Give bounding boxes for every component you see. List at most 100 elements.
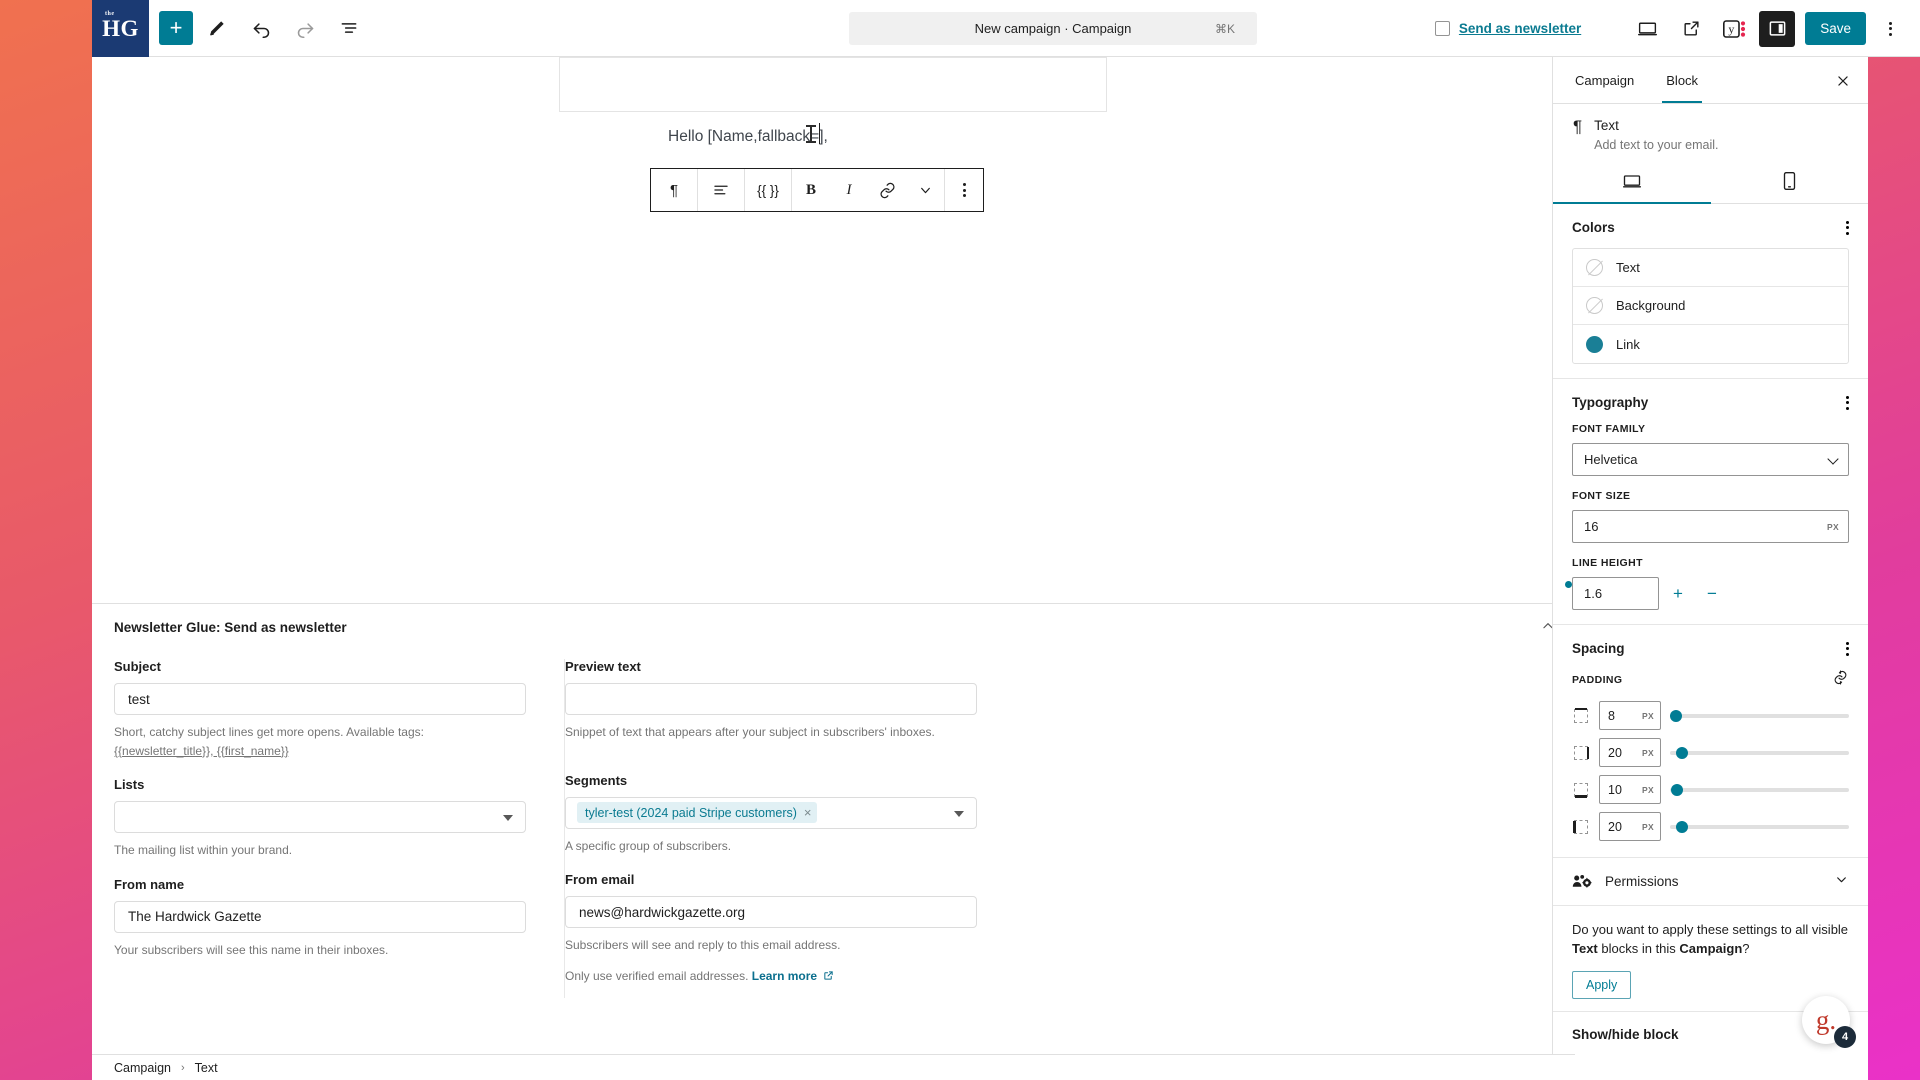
- apply-button[interactable]: Apply: [1572, 970, 1632, 999]
- color-row-text-label: Text: [1616, 260, 1640, 275]
- learn-more-link[interactable]: Learn more: [752, 969, 817, 983]
- logo-superscript: the: [105, 11, 115, 17]
- send-as-newsletter-label[interactable]: Send as newsletter: [1459, 21, 1581, 36]
- from-name-input[interactable]: The Hardwick Gazette: [114, 900, 526, 933]
- grammarly-badge[interactable]: g. 4: [1802, 996, 1856, 1048]
- from-email-input[interactable]: news@hardwickgazette.org: [565, 896, 977, 929]
- typography-options-icon[interactable]: [1846, 395, 1849, 410]
- from-name-value: The Hardwick Gazette: [128, 909, 262, 925]
- colors-options-icon[interactable]: [1846, 220, 1849, 235]
- line-height-input[interactable]: 1.6: [1572, 577, 1659, 610]
- merge-tag-icon: {{ }}: [757, 182, 779, 198]
- edit-tool-icon[interactable]: [197, 8, 237, 48]
- spacing-options-icon[interactable]: [1846, 641, 1849, 656]
- padding-right-slider[interactable]: [1670, 745, 1849, 761]
- block-options-button[interactable]: [945, 169, 983, 211]
- padding-top-value: 8: [1608, 708, 1615, 723]
- align-text-button[interactable]: [698, 169, 744, 211]
- link-icon: [880, 182, 894, 198]
- block-text-content[interactable]: Hello [Name,fallback=],: [668, 128, 828, 146]
- background-color-swatch[interactable]: [1586, 297, 1603, 314]
- desktop-icon: [1622, 174, 1641, 187]
- padding-top-input[interactable]: 8 PX: [1599, 701, 1661, 730]
- bold-button[interactable]: B: [792, 169, 830, 211]
- colors-section: Colors Text Background Link: [1553, 204, 1868, 379]
- subject-help-tags: {{newsletter_title}}, {{first_name}}: [114, 743, 289, 758]
- save-button[interactable]: Save: [1805, 12, 1866, 45]
- link-color-swatch[interactable]: [1586, 335, 1603, 353]
- color-row-background[interactable]: Background: [1573, 287, 1848, 325]
- kebab-icon: [962, 183, 966, 197]
- send-as-newsletter-checkbox[interactable]: [1434, 21, 1450, 36]
- yoast-seo-icon[interactable]: y: [1715, 9, 1755, 49]
- line-height-decrease-button[interactable]: −: [1697, 579, 1727, 609]
- subject-input[interactable]: test: [114, 683, 526, 715]
- sidebar-tabs: Campaign Block: [1553, 57, 1868, 104]
- padding-left-unit: PX: [1642, 821, 1654, 832]
- insert-link-button[interactable]: [868, 169, 906, 211]
- newsletter-glue-title: Newsletter Glue: Send as newsletter: [114, 619, 347, 635]
- more-formatting-button[interactable]: [906, 169, 944, 211]
- more-options-icon[interactable]: [1870, 9, 1910, 49]
- close-sidebar-icon[interactable]: [1832, 70, 1854, 92]
- padding-bottom-slider[interactable]: [1670, 782, 1849, 798]
- selected-text-block[interactable]: [559, 57, 1107, 112]
- add-block-button[interactable]: +: [159, 11, 193, 45]
- padding-bottom-input[interactable]: 10 PX: [1599, 775, 1661, 804]
- from-name-field-group: From name The Hardwick Gazette Your subs…: [114, 877, 564, 960]
- lists-select[interactable]: [114, 801, 526, 834]
- line-height-control: 1.6 + −: [1572, 577, 1849, 610]
- merge-tags-button[interactable]: {{ }}: [745, 169, 791, 211]
- text-color-swatch[interactable]: [1586, 259, 1603, 276]
- line-height-value: 1.6: [1584, 586, 1603, 601]
- spacing-section: Spacing PADDING 8 PX 20 PX 10 PX 20 PX: [1553, 625, 1868, 858]
- remove-segment-icon[interactable]: ×: [804, 805, 812, 820]
- tab-block[interactable]: Block: [1650, 57, 1714, 103]
- view-external-icon[interactable]: [1671, 9, 1711, 49]
- spacing-title: Spacing: [1572, 641, 1625, 656]
- padding-right-input[interactable]: 20 PX: [1599, 738, 1661, 767]
- mobile-view-tab[interactable]: [1711, 158, 1869, 203]
- sidebar-toggle-icon[interactable]: [1759, 10, 1796, 47]
- redo-icon[interactable]: [285, 8, 325, 48]
- color-row-text[interactable]: Text: [1573, 249, 1848, 287]
- desktop-view-tab[interactable]: [1553, 158, 1711, 204]
- editor-canvas[interactable]: Hello [Name,fallback=], ¶ {{ }} B I: [92, 57, 1575, 603]
- font-family-select[interactable]: Helvetica: [1572, 443, 1849, 476]
- segments-select[interactable]: tyler-test (2024 paid Stripe customers) …: [565, 796, 977, 829]
- lists-label: Lists: [114, 777, 145, 793]
- preview-text-field-group: Preview text Snippet of text that appear…: [565, 659, 1015, 742]
- block-type-paragraph-button[interactable]: ¶: [651, 169, 697, 211]
- color-row-link[interactable]: Link: [1573, 325, 1848, 363]
- font-size-input[interactable]: 16 PX: [1572, 510, 1849, 543]
- padding-left-slider[interactable]: [1670, 819, 1849, 835]
- spacing-header: Spacing: [1572, 641, 1849, 656]
- breadcrumb-item-text[interactable]: Text: [195, 1061, 218, 1075]
- padding-label: PADDING: [1572, 674, 1623, 686]
- subject-value: test: [128, 691, 150, 707]
- italic-button[interactable]: I: [830, 169, 868, 211]
- undo-icon[interactable]: [241, 8, 281, 48]
- padding-left-input[interactable]: 20 PX: [1599, 812, 1661, 841]
- mouse-ibeam-cursor: [806, 125, 816, 143]
- lists-help: The mailing list within your brand.: [114, 843, 293, 858]
- list-view-icon[interactable]: [329, 8, 369, 48]
- tab-campaign[interactable]: Campaign: [1559, 57, 1650, 103]
- apply-text-bold-block: Text: [1572, 940, 1598, 956]
- preview-text-input[interactable]: [565, 683, 977, 715]
- permissions-row[interactable]: Permissions: [1553, 858, 1868, 906]
- desktop-preview-icon[interactable]: [1627, 9, 1667, 49]
- newsletter-glue-panel: Newsletter Glue: Send as newsletter Subj…: [92, 603, 1575, 1060]
- chevron-down-icon: [920, 187, 930, 193]
- segment-chip[interactable]: tyler-test (2024 paid Stripe customers) …: [577, 802, 818, 824]
- line-height-increase-button[interactable]: +: [1663, 579, 1693, 609]
- padding-top-slider[interactable]: [1670, 708, 1849, 724]
- command-bar[interactable]: New campaign · Campaign ⌘K: [849, 12, 1257, 45]
- send-as-newsletter-toggle[interactable]: Send as newsletter: [1434, 21, 1581, 36]
- unlink-sides-icon[interactable]: [1832, 669, 1849, 691]
- block-toolbar[interactable]: ¶ {{ }} B I: [650, 168, 984, 212]
- font-family-label: FONT FAMILY: [1572, 423, 1646, 435]
- site-logo[interactable]: the HG: [92, 0, 149, 57]
- breadcrumb-item-campaign[interactable]: Campaign: [114, 1061, 171, 1075]
- permissions-chevron-down-icon[interactable]: [1835, 873, 1848, 891]
